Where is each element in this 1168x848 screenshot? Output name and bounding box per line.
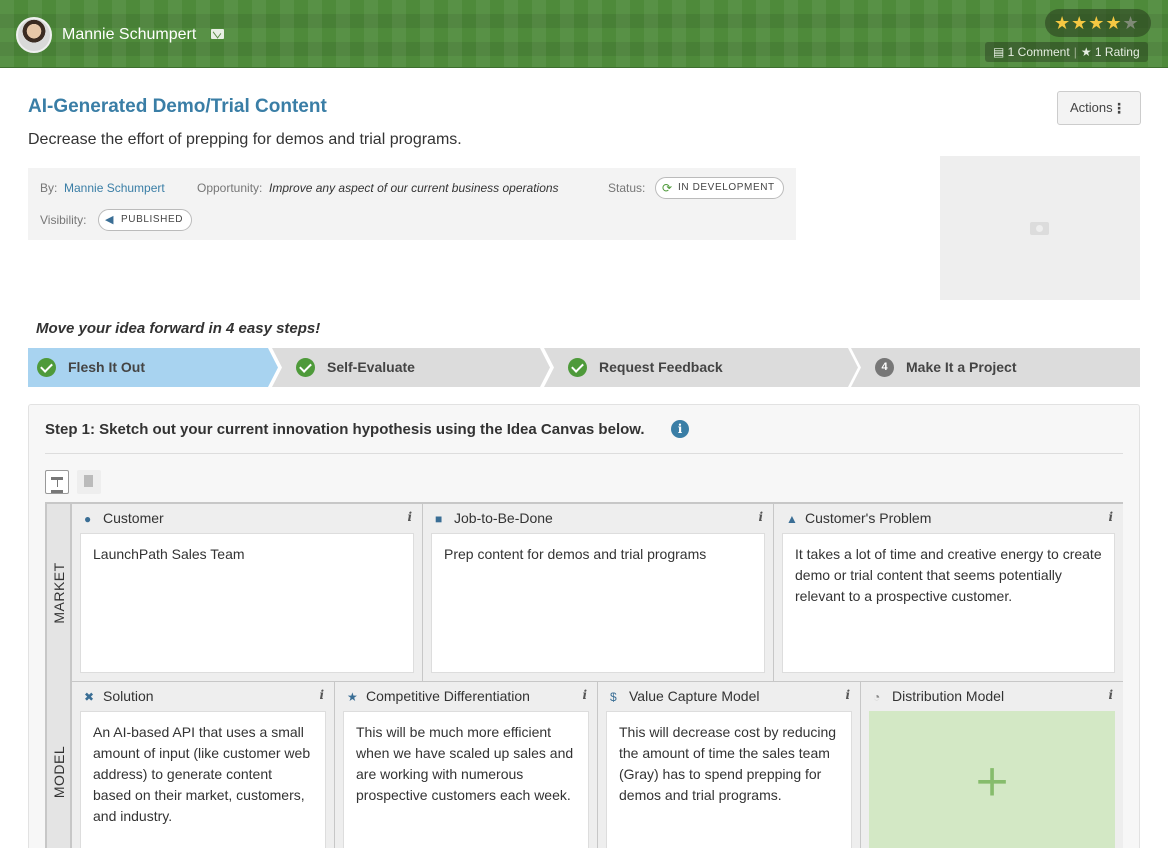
step-flesh-it-out[interactable]: Flesh It Out [28,348,278,387]
steps-progress: Flesh It Out Self-Evaluate Request Feedb… [28,348,1140,387]
check-icon [296,358,315,377]
document-view-button[interactable] [77,470,101,494]
step-label: Flesh It Out [68,359,145,375]
canvas-cell-job-to-be-done[interactable]: ■ Job-to-Be-Done i Prep content for demos… [422,504,773,682]
cell-header: ★ Competitive Differentiation [347,688,530,704]
step-label: Self-Evaluate [327,359,415,375]
canvas-cell-customer[interactable]: ● Customer i LaunchPath Sales Team [71,504,422,682]
step-self-evaluate[interactable]: Self-Evaluate [272,348,550,387]
author-name[interactable]: Mannie Schumpert [62,26,196,44]
by-label: By: [40,181,58,195]
cell-info-icon[interactable]: i [845,688,850,702]
step-label: Request Feedback [599,359,723,375]
author-link[interactable]: Mannie Schumpert [64,181,165,195]
person-icon: ● [84,512,92,526]
kebab-icon: ⋮ [1112,100,1126,116]
cell-content[interactable]: Prep content for demos and trial program… [431,533,765,673]
cell-info-icon[interactable]: i [319,688,324,702]
divider [45,453,1123,454]
rss-icon: ◔ [873,690,881,704]
cell-content[interactable]: LaunchPath Sales Team [80,533,414,673]
canvas-cell-competitive-differentiation[interactable]: ★ Competitive Differentiation i This will… [334,682,597,848]
plus-icon: + [973,755,1011,807]
cell-content[interactable]: This will decrease cost by reducing the … [606,711,852,848]
row-label-model: MODEL [47,682,71,848]
opportunity-label: Opportunity: [197,181,263,195]
opportunity-value: Improve any aspect of our current busine… [269,181,559,195]
cell-info-icon[interactable]: i [407,510,412,524]
rating-count: 1 Rating [1094,45,1140,59]
feedback-counts[interactable]: ▤ 1 Comment | ★ 1 Rating [985,42,1148,62]
info-icon[interactable]: i [671,420,689,438]
visibility-label: Visibility: [40,213,87,227]
status-value: IN DEVELOPMENT [678,182,775,193]
step-request-feedback[interactable]: Request Feedback [544,348,858,387]
steps-hint: Move your idea forward in 4 easy steps! [36,320,321,337]
warning-icon: ▲ [786,512,798,526]
canvas-instruction: Step 1: Sketch out your current innovati… [45,421,645,438]
camera-icon [1030,222,1049,235]
cell-header: ◔ Distribution Model [873,688,1005,704]
megaphone-icon: ◀ [105,214,115,226]
cell-header: ● Customer [84,510,164,526]
mail-icon[interactable] [211,29,224,39]
canvas-cell-solution[interactable]: ✖ Solution i An AI-based API that uses a … [71,682,334,848]
cell-header: ✖ Solution [84,688,154,704]
star-icon: ★ [1080,45,1095,59]
cell-header: ■ Job-to-Be-Done [435,510,553,526]
visibility-value: PUBLISHED [121,214,184,225]
canvas-cell-customers-problem[interactable]: ▲ Customer's Problem i It takes a lot of … [773,504,1123,682]
briefcase-icon: ■ [435,512,443,526]
actions-button[interactable]: Actions ⋮ [1057,91,1141,125]
dollar-icon: $ [610,690,617,704]
visibility-badge: ◀ PUBLISHED [98,209,193,231]
rating-stars[interactable]: ★★★★★ [1045,9,1151,37]
status-label: Status: [608,181,646,195]
add-content-area[interactable]: + [869,711,1115,848]
cell-header: ▲ Customer's Problem [786,510,932,526]
cell-content[interactable]: This will be much more efficient when we… [343,711,589,848]
step-make-it-a-project[interactable]: 4 Make It a Project [851,348,1140,387]
step-label: Make It a Project [906,359,1017,375]
idea-canvas: MARKET MODEL ● Customer i LaunchPath Sale… [45,502,1123,848]
rating-stars-empty: ★ [1122,13,1140,33]
cell-content[interactable]: It takes a lot of time and creative ener… [782,533,1115,673]
canvas-cell-value-capture-model[interactable]: $ Value Capture Model i This will decreas… [597,682,860,848]
author-meta: By: Mannie Schumpert [40,181,165,195]
check-icon [568,358,587,377]
row-label-market: MARKET [47,504,71,682]
avatar[interactable] [16,17,52,53]
star-icon: ★ [347,690,358,704]
canvas-cell-distribution-model[interactable]: ◔ Distribution Model i + [860,682,1123,848]
tools-icon: ✖ [84,690,95,704]
cell-info-icon[interactable]: i [1108,688,1113,702]
idea-title: AI-Generated Demo/Trial Content [28,96,327,117]
status-badge: ⟳ IN DEVELOPMENT [655,177,784,199]
cell-info-icon[interactable]: i [582,688,587,702]
cell-content[interactable]: An AI-based API that uses a small amount… [80,711,326,848]
cell-header: $ Value Capture Model [610,688,760,704]
cell-info-icon[interactable]: i [758,510,763,524]
check-icon [37,358,56,377]
rating-stars-filled: ★★★★ [1054,13,1123,33]
step-number: 4 [875,358,894,377]
refresh-icon: ⟳ [662,181,673,195]
cell-info-icon[interactable]: i [1108,510,1113,524]
opportunity-meta: Opportunity: Improve any aspect of our c… [197,181,559,195]
comment-count: 1 Comment [1007,45,1070,59]
comment-icon: ▤ [993,45,1008,59]
canvas-view-button[interactable] [45,470,69,494]
idea-subtitle: Decrease the effort of prepping for demo… [28,131,462,148]
actions-label: Actions [1070,100,1113,115]
